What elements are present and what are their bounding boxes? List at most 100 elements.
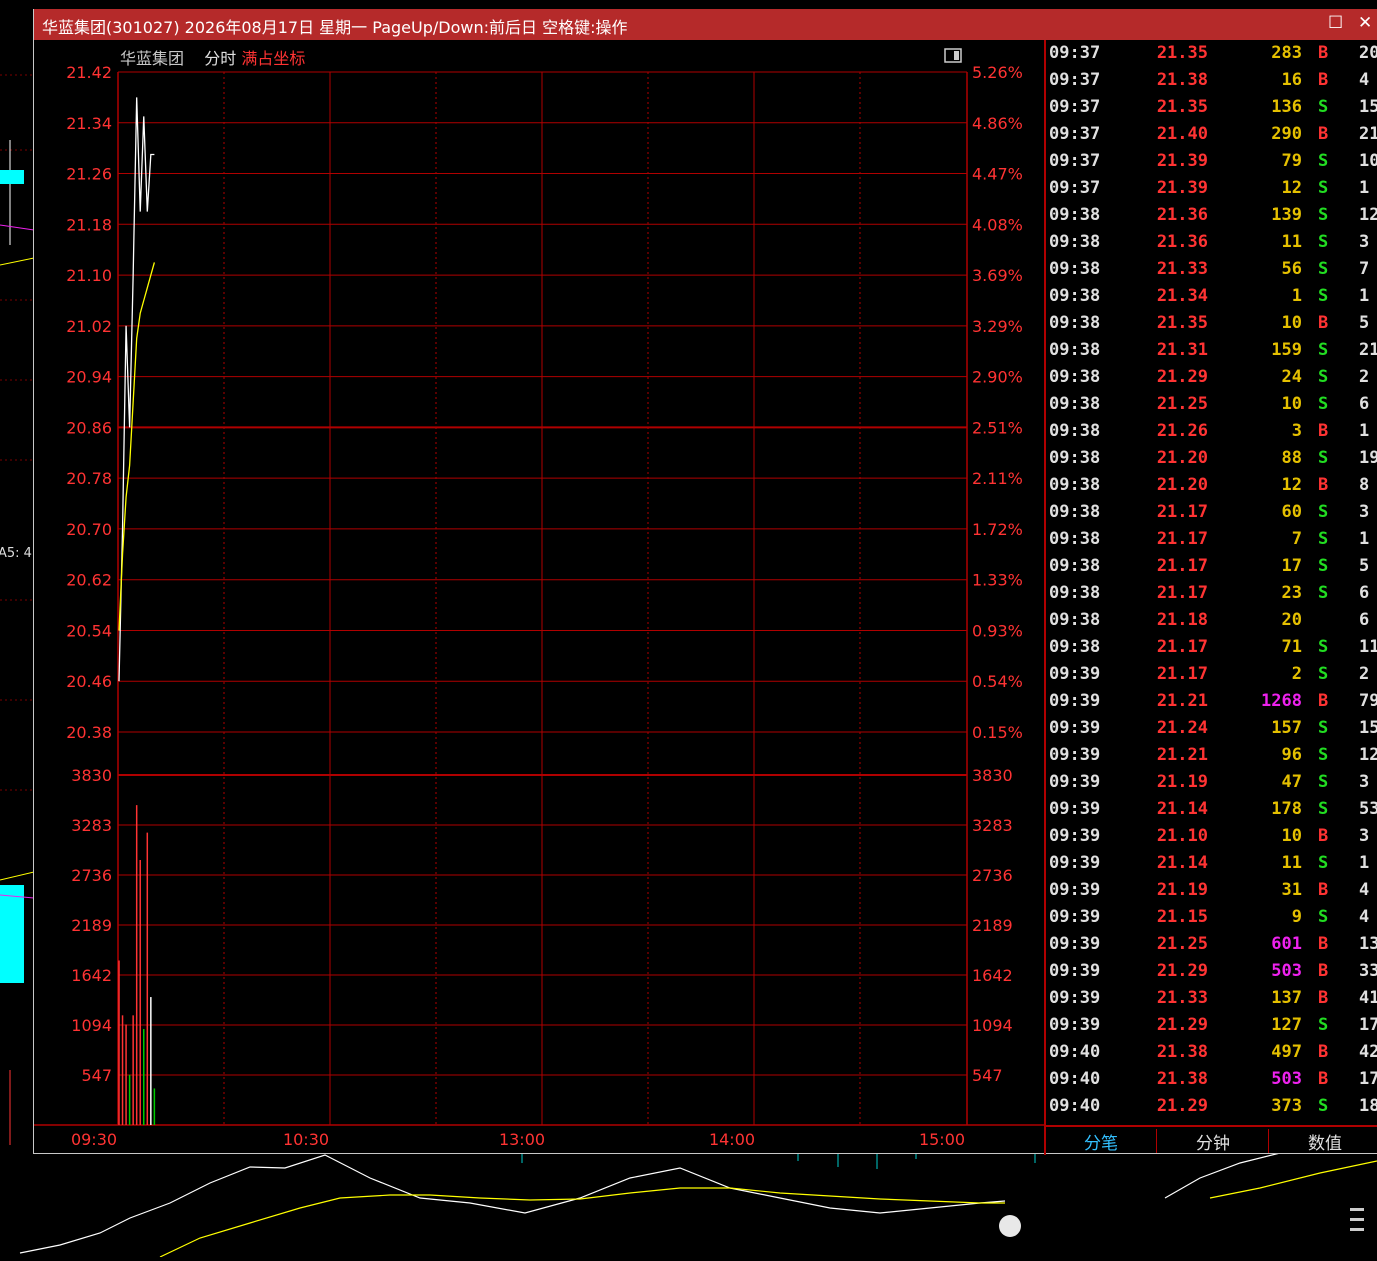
tick-price: 21.35 xyxy=(1156,313,1208,333)
tick-count: 41 xyxy=(1359,988,1377,1008)
tick-row: 09:39 21.21 96 S 12 xyxy=(1046,742,1377,769)
tick-time: 09:39 xyxy=(1049,934,1101,954)
tick-row: 09:38 21.35 10 B 5 xyxy=(1046,310,1377,337)
tick-count: 1 xyxy=(1359,853,1370,873)
tick-side: B xyxy=(1318,43,1329,63)
tick-time: 09:37 xyxy=(1049,70,1101,90)
pct-tick-label: 0.93% xyxy=(972,621,1023,640)
maximize-icon[interactable]: ☐ xyxy=(1328,13,1343,33)
tick-row: 09:38 21.17 17 S 5 xyxy=(1046,553,1377,580)
tick-row: 09:38 21.17 60 S 3 xyxy=(1046,499,1377,526)
tick-time: 09:39 xyxy=(1049,988,1101,1008)
background-ma-label: A5: 4 xyxy=(0,546,32,561)
tick-side: S xyxy=(1318,259,1329,279)
tick-row: 09:39 21.33 137 B 41 xyxy=(1046,985,1377,1012)
tick-price: 21.15 xyxy=(1156,907,1208,927)
tick-count: 17 xyxy=(1359,1069,1377,1089)
price-tick-label: 20.46 xyxy=(66,672,112,691)
tick-side: S xyxy=(1318,286,1329,306)
price-tick-label: 20.94 xyxy=(66,368,112,387)
tick-count: 19 xyxy=(1359,448,1377,468)
tick-row: 09:40 21.38 497 B 42 xyxy=(1046,1039,1377,1066)
tick-count: 1 xyxy=(1359,529,1370,549)
tick-count: 6 xyxy=(1359,583,1370,603)
tick-volume: 137 xyxy=(1271,988,1302,1008)
tick-volume: 20 xyxy=(1281,610,1302,630)
tick-side: S xyxy=(1318,178,1329,198)
time-tick-label: 13:00 xyxy=(499,1130,545,1149)
tick-volume: 178 xyxy=(1271,799,1302,819)
tick-count: 12 xyxy=(1359,745,1377,765)
volume-tick-label: 2189 xyxy=(71,916,112,935)
volume-tick-label-right: 3830 xyxy=(972,766,1013,785)
tick-row: 09:40 21.29 373 S 18 xyxy=(1046,1093,1377,1120)
close-icon[interactable]: ✕ xyxy=(1358,13,1372,33)
tick-volume: 159 xyxy=(1271,340,1302,360)
tick-count: 2 xyxy=(1359,664,1370,684)
tick-count: 10 xyxy=(1359,151,1377,171)
price-line xyxy=(118,97,155,682)
tick-side: S xyxy=(1318,799,1329,819)
tick-price: 21.36 xyxy=(1156,205,1208,225)
volume-tick-label: 2736 xyxy=(71,866,112,885)
tab-ticks[interactable]: 分笔 xyxy=(1046,1129,1157,1154)
tick-price: 21.21 xyxy=(1156,691,1208,711)
tick-price: 21.36 xyxy=(1156,232,1208,252)
tick-time: 09:39 xyxy=(1049,1015,1101,1035)
tick-price: 21.19 xyxy=(1156,880,1208,900)
tick-volume: 10 xyxy=(1281,313,1302,333)
tick-time: 09:39 xyxy=(1049,664,1101,684)
tick-row: 09:38 21.20 12 B 8 xyxy=(1046,472,1377,499)
tick-side: B xyxy=(1318,880,1329,900)
tick-volume: 601 xyxy=(1271,934,1302,954)
window-title-bar[interactable]: 华蓝集团(301027) 2026年08月17日 星期一 PageUp/Down… xyxy=(34,9,1377,40)
tick-count: 18 xyxy=(1359,1096,1377,1116)
tick-side: B xyxy=(1318,826,1329,846)
tick-row: 09:39 21.19 47 S 3 xyxy=(1046,769,1377,796)
tick-time: 09:39 xyxy=(1049,718,1101,738)
tick-price: 21.17 xyxy=(1156,664,1208,684)
pct-tick-label: 4.08% xyxy=(972,215,1023,234)
tick-volume: 7 xyxy=(1291,529,1302,549)
tick-volume: 10 xyxy=(1281,394,1302,414)
tick-volume: 2 xyxy=(1291,664,1302,684)
tick-row: 09:38 21.17 23 S 6 xyxy=(1046,580,1377,607)
tick-volume: 373 xyxy=(1271,1096,1302,1116)
tick-tabs: 分笔 分钟 数值 xyxy=(1044,1125,1377,1155)
intraday-chart[interactable]: 21.42 5.26% 21.34 4.86% 21.26 4.47% 21.18 4.08%… xyxy=(34,40,1044,1153)
tick-price: 21.24 xyxy=(1156,718,1208,738)
tick-price: 21.17 xyxy=(1156,529,1208,549)
tick-side: B xyxy=(1318,313,1329,333)
tab-minutes[interactable]: 分钟 xyxy=(1158,1129,1269,1154)
tick-volume: 24 xyxy=(1281,367,1302,387)
tick-side: S xyxy=(1318,394,1329,414)
tick-time: 09:37 xyxy=(1049,151,1101,171)
price-tick-label: 21.42 xyxy=(66,63,112,82)
tick-price: 21.38 xyxy=(1156,70,1208,90)
tick-volume: 17 xyxy=(1281,556,1302,576)
tick-price: 21.25 xyxy=(1156,394,1208,414)
tick-side: S xyxy=(1318,232,1329,252)
tick-count: 20 xyxy=(1359,43,1377,63)
tick-volume: 503 xyxy=(1271,961,1302,981)
tick-row: 09:39 21.10 10 B 3 xyxy=(1046,823,1377,850)
tick-volume: 60 xyxy=(1281,502,1302,522)
tick-count: 12 xyxy=(1359,205,1377,225)
tick-count: 3 xyxy=(1359,232,1370,252)
tick-time: 09:38 xyxy=(1049,529,1101,549)
tick-row: 09:38 21.34 1 S 1 xyxy=(1046,283,1377,310)
tick-side: S xyxy=(1318,151,1329,171)
tick-row: 09:39 21.14 178 S 53 xyxy=(1046,796,1377,823)
tick-price: 21.17 xyxy=(1156,583,1208,603)
volume-tick-label: 3830 xyxy=(71,766,112,785)
tick-row: 09:37 21.39 79 S 10 xyxy=(1046,148,1377,175)
tick-side: S xyxy=(1318,502,1329,522)
tick-time: 09:40 xyxy=(1049,1096,1101,1116)
tick-volume: 71 xyxy=(1281,637,1302,657)
tick-count: 4 xyxy=(1359,880,1370,900)
tab-values[interactable]: 数值 xyxy=(1270,1129,1377,1154)
tick-time: 09:38 xyxy=(1049,583,1101,603)
tick-price: 21.17 xyxy=(1156,502,1208,522)
tick-list[interactable]: 09:37 21.35 283 B 20 09:37 21.38 16 B 4 09:37 21.35… xyxy=(1044,40,1377,1125)
tick-volume: 3 xyxy=(1291,421,1302,441)
